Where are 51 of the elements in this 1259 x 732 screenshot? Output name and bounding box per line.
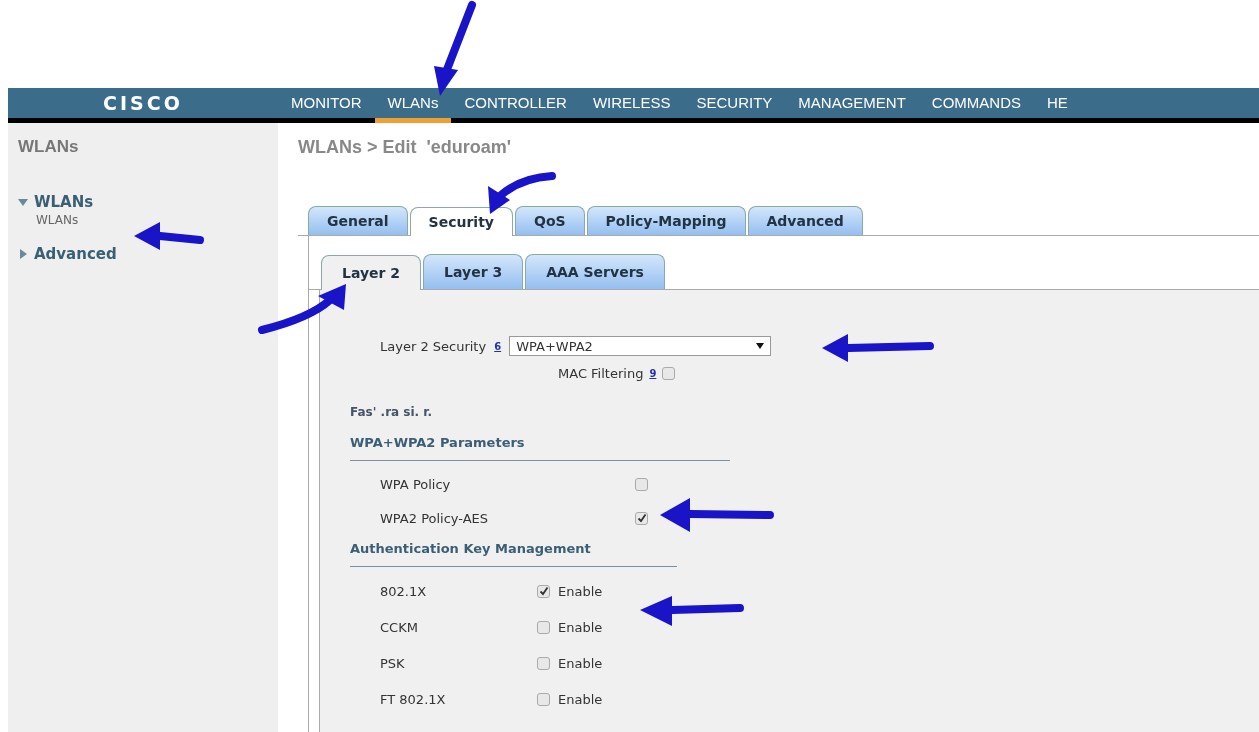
nav-item[interactable]: WIRELESS [579,88,684,123]
tab[interactable]: Layer 2 [321,255,422,290]
nav-item[interactable]: COMMANDS [918,88,1034,123]
section-heading: Authentication Key Management [350,541,677,567]
sidebar-title: WLANs [18,137,80,157]
checkbox[interactable] [537,584,550,598]
field-label: MAC Filtering [558,366,644,381]
field-label: WPA Policy [380,476,452,492]
option-label: Enable [558,583,603,599]
field-label: Layer 2 Security [380,338,487,354]
collapsed-icon[interactable] [18,249,28,259]
help-link[interactable]: 6 [494,340,502,352]
checkbox[interactable] [635,511,648,525]
annotation-arrow [488,172,556,214]
checkbox[interactable] [537,620,550,634]
caret-icon [756,343,765,349]
logo: CISCO [102,91,184,116]
tab[interactable]: Policy-Mapping [586,206,746,235]
nav-item[interactable]: MONITOR [278,88,375,123]
tab[interactable]: AAA Servers [525,254,665,289]
field-label: 802.1X [380,583,428,599]
field-label: PSK [380,655,406,671]
option-label: Enable [558,691,603,707]
checkbox[interactable] [635,477,648,491]
sidebar-item[interactable]: WLANs [34,193,94,211]
security-dropdown[interactable]: WPA+WPA2 [509,336,772,356]
sidebar-item[interactable]: Advanced [34,245,117,263]
tab[interactable]: Layer 3 [423,254,524,289]
field-label: FT 802.1X [380,691,447,707]
page-title: WLANs > Edit 'eduroam' [298,137,513,158]
nav-item[interactable]: HE [1034,88,1081,123]
nav-item[interactable]: CONTROLLER [451,88,580,123]
checkbox[interactable] [537,656,550,670]
tab[interactable]: General [308,206,408,235]
option-label: Enable [558,619,603,635]
tab[interactable]: Security [409,207,513,236]
nav-item[interactable]: SECURITY [683,88,786,123]
tab[interactable]: Advanced [747,206,863,235]
tab[interactable]: QoS [515,206,585,235]
sidebar-subitem[interactable]: WLANs [36,213,268,227]
help-link[interactable]: 9 [649,368,657,379]
checkbox[interactable] [537,692,550,706]
option-label: Enable [558,655,603,671]
section-heading: Fas' .ra si. r. [350,405,434,419]
field-label: CCKM [380,619,419,635]
checkbox[interactable] [662,367,676,380]
expanded-icon[interactable] [18,197,28,207]
nav-item[interactable]: MANAGEMENT [785,88,919,123]
field-label: WPA2 Policy-AES [380,510,490,526]
annotation-arrow [134,222,204,250]
section-heading: WPA+WPA2 Parameters [350,435,730,461]
